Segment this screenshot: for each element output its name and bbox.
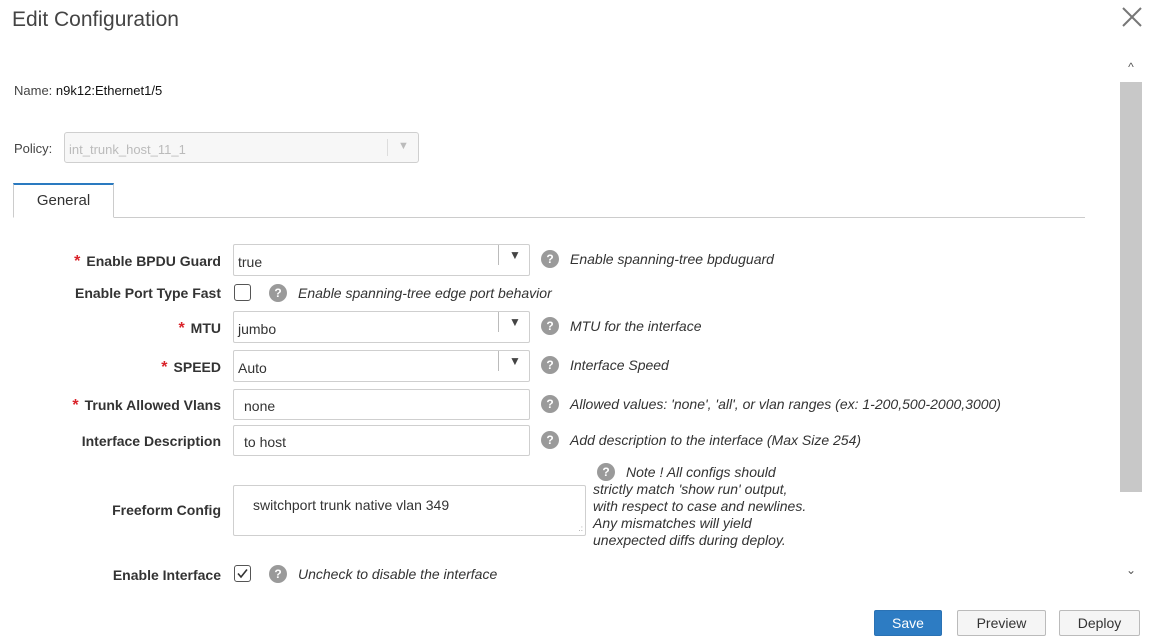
bpdu-help: ? Enable spanning-tree bpduguard xyxy=(541,250,774,268)
speed-select[interactable]: Auto ▼ xyxy=(233,350,530,382)
freeform-note: ? Note ! All configs should strictly matc… xyxy=(593,463,853,549)
note-line: strictly match 'show run' output, xyxy=(593,481,788,497)
enable-interface-help: ? Uncheck to disable the interface xyxy=(269,565,497,583)
question-circle-icon: ? xyxy=(541,356,559,374)
port-type-fast-label: Enable Port Type Fast xyxy=(75,285,221,301)
description-input[interactable]: to host xyxy=(233,425,530,456)
select-divider xyxy=(498,351,499,371)
policy-select-divider xyxy=(387,139,388,156)
question-circle-icon: ? xyxy=(541,317,559,335)
policy-select: int_trunk_host_11_1 ▼ xyxy=(64,132,419,163)
question-circle-icon: ? xyxy=(541,431,559,449)
name-row: Name: n9k12:Ethernet1/5 xyxy=(14,83,162,98)
freeform-value: switchport trunk native vlan 349 xyxy=(253,497,450,513)
freeform-textarea[interactable]: switchport trunk native vlan 349 .: xyxy=(233,485,586,536)
enable-interface-checkbox[interactable] xyxy=(234,565,251,582)
required-marker: * xyxy=(74,253,81,270)
freeform-label: Freeform Config xyxy=(112,502,221,518)
scrollbar-thumb[interactable] xyxy=(1120,82,1142,492)
triangle-down-icon: ▼ xyxy=(509,315,521,329)
speed-value: Auto xyxy=(238,360,267,376)
bpdu-select[interactable]: true ▼ xyxy=(233,244,530,276)
bpdu-value: true xyxy=(238,254,263,270)
name-label: Name: xyxy=(14,83,53,98)
tab-general[interactable]: General xyxy=(13,183,114,218)
triangle-down-icon: ▼ xyxy=(398,140,409,152)
vlans-label: * Trunk Allowed Vlans xyxy=(72,397,221,414)
question-circle-icon: ? xyxy=(269,565,287,583)
speed-help: ? Interface Speed xyxy=(541,356,669,374)
scroll-up-icon[interactable]: ^ xyxy=(1121,60,1141,78)
required-marker: * xyxy=(72,397,79,414)
triangle-down-icon: ▼ xyxy=(509,248,521,262)
save-button[interactable]: Save xyxy=(874,610,942,636)
triangle-down-icon: ▼ xyxy=(509,354,521,368)
port-type-fast-help: ? Enable spanning-tree edge port behavior xyxy=(269,284,552,302)
resize-handle-icon[interactable]: .: xyxy=(579,524,583,533)
question-circle-icon: ? xyxy=(597,463,615,481)
vlans-help: ? Allowed values: 'none', 'all', or vlan … xyxy=(541,395,1001,413)
note-line: Note ! All configs should xyxy=(626,463,776,480)
select-divider xyxy=(498,312,499,332)
description-label: Interface Description xyxy=(81,433,221,449)
mtu-select[interactable]: jumbo ▼ xyxy=(233,311,530,343)
preview-button[interactable]: Preview xyxy=(957,610,1046,636)
vlans-input[interactable]: none xyxy=(233,389,530,420)
check-icon xyxy=(237,569,248,579)
close-icon[interactable] xyxy=(1119,4,1145,30)
question-circle-icon: ? xyxy=(269,284,287,302)
required-marker: * xyxy=(161,359,168,376)
deploy-button[interactable]: Deploy xyxy=(1059,610,1140,636)
question-circle-icon: ? xyxy=(541,250,559,268)
question-circle-icon: ? xyxy=(541,395,559,413)
policy-label: Policy: xyxy=(14,140,53,156)
note-line: unexpected diffs during deploy. xyxy=(593,532,786,548)
bpdu-label: * Enable BPDU Guard xyxy=(74,253,221,270)
description-help: ? Add description to the interface (Max S… xyxy=(541,431,861,449)
note-line: with respect to case and newlines. xyxy=(593,498,807,514)
tab-divider xyxy=(13,217,1085,218)
port-type-fast-checkbox[interactable] xyxy=(234,284,251,301)
mtu-help: ? MTU for the interface xyxy=(541,317,702,335)
mtu-label: * MTU xyxy=(178,320,221,337)
speed-label: * SPEED xyxy=(161,359,221,376)
dialog-title: Edit Configuration xyxy=(12,8,179,31)
scroll-down-icon[interactable]: ⌄ xyxy=(1121,563,1141,581)
name-value: n9k12:Ethernet1/5 xyxy=(55,83,163,98)
required-marker: * xyxy=(178,320,185,337)
mtu-value: jumbo xyxy=(238,321,277,337)
select-divider xyxy=(498,245,499,265)
enable-interface-label: Enable Interface xyxy=(112,567,221,583)
policy-value: int_trunk_host_11_1 xyxy=(69,142,186,157)
note-line: Any mismatches will yield xyxy=(593,515,752,531)
